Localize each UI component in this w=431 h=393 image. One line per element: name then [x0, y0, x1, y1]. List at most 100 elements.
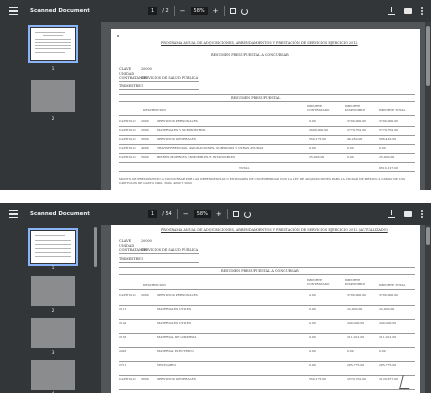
vertical-scrollbar[interactable] [425, 22, 431, 190]
more-options-icon[interactable] [421, 7, 423, 15]
page-number-input[interactable]: 1 [148, 7, 158, 15]
row-chapter: 2141 [119, 321, 127, 325]
table-title: RESUMEN PRESUPUESTAL A CONCURSAR [221, 269, 299, 273]
row-amount-available: 240,000.00 [347, 321, 365, 325]
row-amount-contracted: 550,175.00 [309, 377, 327, 381]
page-total: / 54 [162, 211, 172, 217]
column-header: IMPORTE CONTRATADO [307, 278, 330, 286]
print-icon[interactable] [404, 211, 412, 217]
row-amount-total: 285,775.00 [379, 363, 397, 367]
row-divider [119, 333, 415, 334]
field-value: 20000 [141, 239, 152, 243]
field-value: 20000 [141, 67, 152, 71]
fit-page-icon[interactable] [232, 211, 239, 217]
menu-icon[interactable] [6, 3, 22, 19]
thumbnail-label: 3 [51, 351, 55, 356]
rotate-icon[interactable] [240, 7, 248, 15]
row-amount-total: 596,425.00 [379, 137, 397, 141]
signature-mark [399, 375, 413, 389]
row-amount-total: 3700,000.00 [379, 293, 399, 297]
more-options-icon[interactable] [421, 210, 423, 218]
fit-page-icon[interactable] [229, 8, 236, 14]
viewer-toolbar: Scanned Document 1 / 2 − 58% + [0, 0, 431, 22]
row-amount-available: 0.00 [347, 349, 354, 353]
row-divider [119, 319, 415, 320]
row-divider [119, 126, 415, 127]
column-header: DESCRIPCIÓN [143, 283, 166, 287]
row-amount-total: 211,021.00 [379, 335, 397, 339]
page-heading: PROGRAMA ANUAL DE ADQUISICIONES, ARRENDA… [161, 228, 388, 232]
column-header: DESCRIPCIÓN [143, 108, 166, 112]
row-amount-total: 25,000.00 [379, 155, 395, 159]
column-header: IMPORTE DISPONIBLE [345, 278, 366, 286]
zoom-out-button[interactable]: − [180, 7, 186, 15]
page-thumbnail-4[interactable] [31, 360, 75, 390]
row-code: 5000 [141, 155, 149, 159]
row-amount-total: 0.00 [379, 146, 386, 150]
page-total: / 2 [162, 8, 169, 14]
row-chapter: CAPÍTULO [119, 377, 136, 381]
download-icon[interactable] [388, 210, 395, 218]
field-label: CLAVE [119, 239, 132, 243]
page-thumbnail-2[interactable] [31, 80, 75, 112]
row-description: TRANSFERENCIAS, ASIGNACIONES, SUBSIDIOS … [157, 146, 264, 150]
zoom-level-input[interactable]: 58% [190, 7, 208, 15]
toolbar-divider [176, 209, 178, 219]
page-number-input[interactable]: 1 [148, 210, 158, 218]
row-amount-contracted: 550,175.00 [309, 137, 327, 141]
row-divider [119, 135, 415, 136]
zoom-level-input[interactable]: 58% [193, 210, 211, 218]
row-amount-contracted: 0.00 [309, 119, 316, 123]
row-amount-contracted: 0.00 [309, 335, 316, 339]
menu-icon[interactable] [6, 206, 22, 222]
page-subheading: RESUMEN PRESUPUESTAL A CONCURSAR [211, 53, 289, 57]
row-code: 4000 [141, 146, 149, 150]
row-description: BIENES MUEBLES, INMUEBLES E INTANGIBLES [157, 155, 236, 159]
page-thumbnail-2[interactable] [31, 276, 75, 306]
row-amount-contracted: 0.00 [309, 321, 316, 325]
document-title: Scanned Document [30, 8, 90, 14]
row-amount-available: 211,021.00 [347, 335, 365, 339]
row-amount-available: 2570,702.00 [347, 377, 367, 381]
zoom-in-button[interactable]: + [213, 7, 219, 15]
row-description: MATERIAL DE LIMPIEZA [157, 335, 197, 339]
row-chapter: CAPÍTULO [119, 137, 136, 141]
zoom-out-button[interactable]: − [183, 210, 189, 218]
thumbnail-label: 1 [51, 67, 55, 72]
toolbar-divider [173, 6, 175, 16]
row-code: 3000 [141, 377, 149, 381]
row-amount-contracted: 25,000.00 [309, 155, 325, 159]
total-label: TOTAL [239, 166, 250, 170]
row-chapter: CAPÍTULO [119, 119, 136, 123]
row-description: SERVICIOS PERSONALES [157, 119, 198, 123]
page-thumbnail-1[interactable] [28, 228, 78, 266]
row-divider [119, 162, 415, 163]
sidebar-scrollbar[interactable] [94, 227, 97, 267]
vertical-scrollbar[interactable] [425, 225, 431, 393]
page-thumbnail-3[interactable] [31, 318, 75, 348]
row-amount-available: 285,775.00 [347, 363, 365, 367]
zoom-in-button[interactable]: + [216, 210, 222, 218]
row-divider [119, 389, 415, 390]
row-amount-contracted: 0.00 [309, 146, 316, 150]
download-icon[interactable] [388, 7, 395, 15]
row-code: 3000 [141, 137, 149, 141]
row-amount-contracted: 0.00 [309, 307, 316, 311]
row-description: MATERIALES ÚTILES [157, 307, 192, 311]
page-thumbnail-1[interactable] [28, 25, 78, 63]
row-chapter: 2161 [119, 335, 127, 339]
thumbnail-label: 2 [51, 309, 55, 314]
print-icon[interactable] [404, 8, 412, 14]
toolbar-divider [226, 209, 228, 219]
row-amount-total: 0.00 [379, 349, 386, 353]
document-title: Scanned Document [30, 211, 90, 217]
row-amount-total: 22,000.00 [379, 307, 395, 311]
row-divider [119, 144, 415, 145]
document-area: PROGRAMA ANUAL DE ADQUISICIONES, ARRENDA… [101, 225, 431, 393]
field-value: SERVICIOS DE SALUD PÚBLICA [141, 248, 199, 252]
row-amount-available: 0.00 [347, 155, 354, 159]
pdf-viewer-top: Scanned Document 1 / 2 − 58% + 1 2 PROGR… [0, 0, 431, 190]
row-amount-total: 3120,877.00 [379, 377, 399, 381]
rotate-icon[interactable] [243, 210, 251, 218]
row-amount-total: 5770,702.00 [379, 128, 399, 132]
